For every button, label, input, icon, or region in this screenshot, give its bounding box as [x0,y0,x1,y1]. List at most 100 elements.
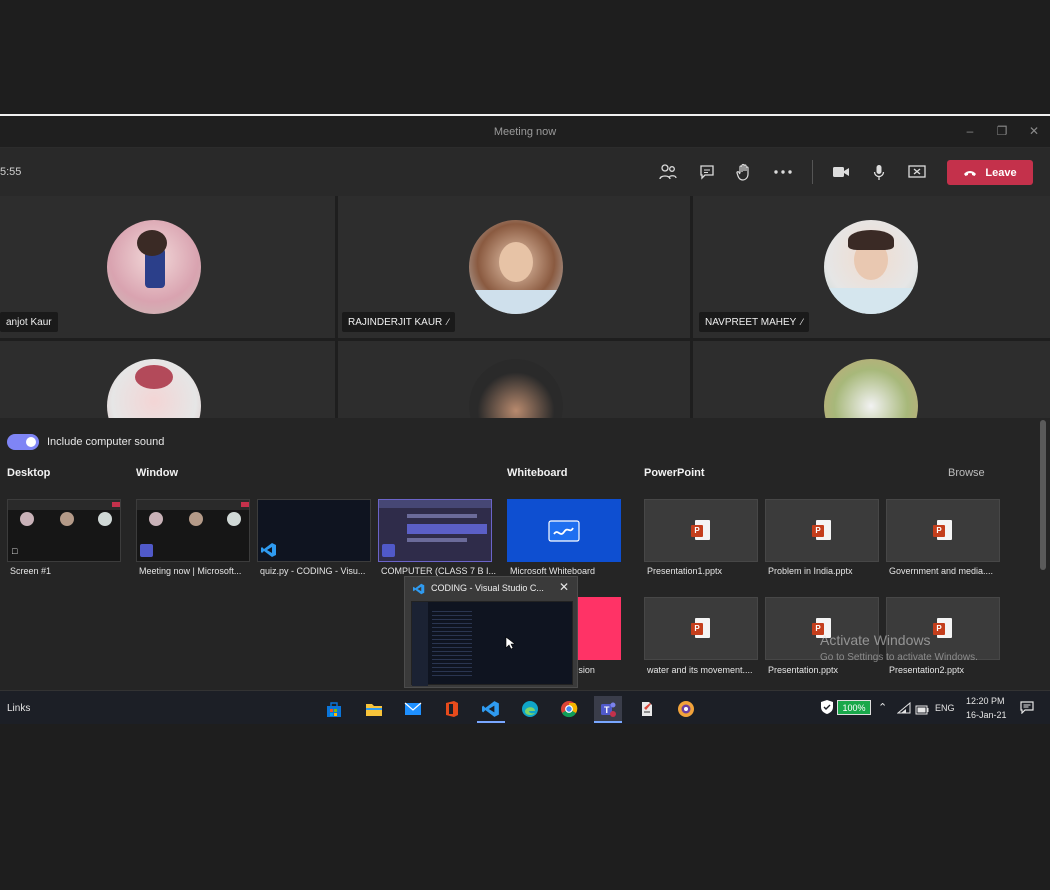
mic-muted-icon: ⁄ [801,317,803,327]
ppt-thumb[interactable]: P [886,499,1000,562]
powerpoint-icon: P [812,519,832,542]
participant-tile[interactable] [693,341,1050,418]
thumb-label: quiz.py - CODING - Visu... [260,566,366,576]
section-desktop: Desktop [7,467,51,479]
clock-date[interactable]: 16-Jan-21 [966,710,1007,720]
file-explorer-icon[interactable] [360,696,388,722]
minimize-icon[interactable]: – [960,124,980,138]
links-toolbar[interactable]: Links [7,703,30,714]
avatar [824,220,918,314]
ppt-thumb[interactable]: P [765,499,879,562]
powerpoint-icon: P [691,617,711,640]
whiteboard-icon [548,519,580,542]
shield-icon[interactable] [820,699,834,720]
window-title: Meeting now [493,126,557,138]
battery-indicator[interactable]: 100% [837,700,871,715]
title-bar: Meeting now – ❐ ✕ [0,118,1050,148]
taskbar-preview-popup[interactable]: CODING - Visual Studio C... ✕ [404,576,578,688]
camera-icon[interactable] [829,160,853,184]
popup-title: CODING - Visual Studio C... [431,583,544,593]
windows-taskbar: Links T 100% ⌃ ENG 12:20 PM 16-Jan-21 [0,690,1050,724]
desktop-screen-thumb[interactable]: □ [7,499,121,562]
clock-time[interactable]: 12:20 PM [966,696,1005,706]
participant-tile[interactable]: NAVPREET MAHEY ⁄ [693,196,1050,338]
window-thumb[interactable] [257,499,371,562]
ppt-thumb[interactable]: P [644,499,758,562]
participant-name: NAVPREET MAHEY [705,316,797,328]
participant-name: RAJINDERJIT KAUR [348,316,443,328]
active-indicator [477,721,505,723]
powerpoint-icon: P [933,617,953,640]
chevron-up-icon[interactable]: ⌃ [878,701,887,714]
thumb-label: Problem in India.pptx [768,566,853,576]
battery-icon[interactable] [915,702,929,720]
include-sound-toggle[interactable] [7,434,39,450]
edge-icon[interactable] [516,696,544,722]
mic-muted-icon: ⁄ [447,317,449,327]
svg-text:T: T [604,705,610,715]
participant-tile[interactable]: anjot Kaur [0,196,335,338]
teams-icon[interactable]: T [594,696,622,722]
toolbar-divider [812,160,813,184]
thumb-label: COMPUTER (CLASS 7 B I... [381,566,497,576]
participant-tile[interactable] [0,341,335,418]
section-powerpoint: PowerPoint [644,467,705,479]
thumb-label: Government and media.... [889,566,994,576]
participant-name-tag: NAVPREET MAHEY ⁄ [699,312,809,332]
participant-name: anjot Kaur [6,316,52,328]
letterbox-bottom [0,724,1050,890]
leave-button[interactable]: Leave [947,160,1033,185]
thumb-label: Presentation2.pptx [889,665,965,675]
browser-icon[interactable] [672,696,700,722]
thumb-label: Presentation.pptx [768,665,839,675]
section-whiteboard: Whiteboard [507,467,568,479]
avatar [469,359,563,418]
mail-icon[interactable] [399,696,427,722]
participant-tile[interactable]: RAJINDERJIT KAUR ⁄ [338,196,690,338]
phone-hangup-icon [964,170,977,176]
section-window: Window [136,467,179,479]
monitor-icon: □ [12,546,18,556]
participants-icon[interactable] [656,160,680,184]
participant-name-tag: anjot Kaur [0,312,58,332]
office-icon[interactable] [438,696,466,722]
participant-tile[interactable] [338,341,690,418]
raise-hand-icon[interactable] [732,160,756,184]
restore-icon[interactable]: ❐ [992,124,1012,138]
meeting-control-bar: 5:55 [0,148,1050,196]
stop-sharing-icon[interactable] [905,160,929,184]
window-thumb[interactable] [136,499,250,562]
tray-scrollbar[interactable] [1040,420,1046,570]
thumb-label: water and its movement.... [647,665,753,675]
avatar [469,220,563,314]
notifications-icon[interactable] [1020,701,1034,719]
close-icon[interactable]: ✕ [1024,124,1044,138]
powerpoint-icon: P [691,519,711,542]
whiteboard-thumb[interactable] [507,499,621,562]
meeting-timer: 5:55 [0,166,22,178]
thumb-label: Meeting now | Microsoft... [139,566,242,576]
active-indicator [594,721,622,723]
ppt-thumb[interactable]: P [886,597,1000,660]
browse-link[interactable]: Browse [948,467,985,479]
store-icon[interactable] [320,696,348,722]
thumb-label: Presentation1.pptx [647,566,723,576]
window-thumb[interactable] [378,499,492,562]
ppt-thumb[interactable]: P [765,597,879,660]
chrome-icon[interactable] [555,696,583,722]
teams-icon [140,544,153,557]
leave-label: Leave [985,166,1017,179]
microphone-icon[interactable] [867,160,891,184]
thumb-label: Microsoft Whiteboard [510,566,596,576]
chat-icon[interactable] [695,160,719,184]
language-indicator[interactable]: ENG [935,703,955,713]
ppt-thumb[interactable]: P [644,597,758,660]
powerpoint-icon: P [933,519,953,542]
wifi-icon[interactable] [896,701,911,719]
popup-window-preview[interactable] [411,601,573,686]
vscode-icon [261,542,277,561]
more-options-icon[interactable] [771,160,795,184]
close-icon[interactable]: ✕ [559,580,569,594]
paint-icon[interactable] [633,696,661,722]
vscode-icon[interactable] [477,696,505,722]
